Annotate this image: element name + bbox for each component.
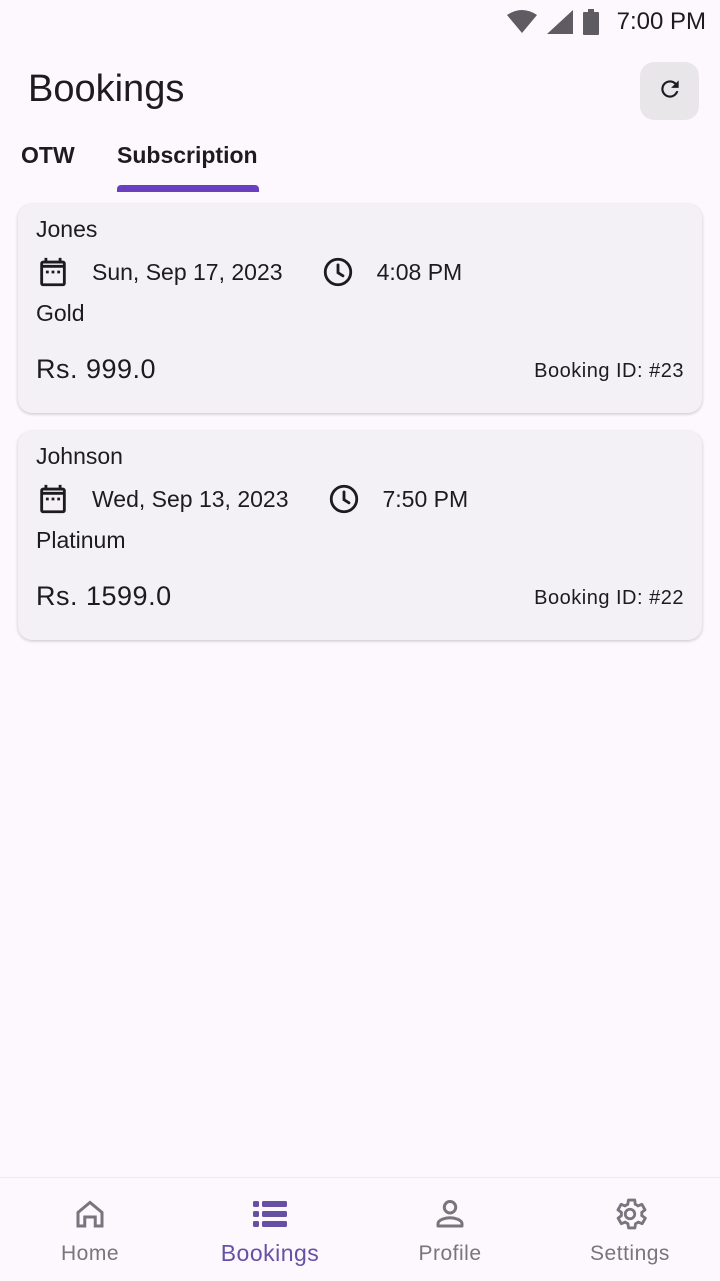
signal-icon (546, 10, 573, 34)
plan-name: Gold (36, 300, 85, 326)
booking-card[interactable]: Johnson Wed, Sep 13, 2023 7:50 PM Platin… (18, 431, 702, 640)
nav-bookings[interactable]: Bookings (180, 1178, 360, 1281)
clock-icon (327, 482, 361, 516)
booking-card[interactable]: Jones Sun, Sep 17, 2023 4:08 PM Gold Rs.… (18, 204, 702, 413)
booking-price: Rs. 999.0 (36, 354, 157, 384)
refresh-button[interactable] (640, 62, 699, 120)
home-icon (72, 1194, 108, 1234)
booking-datetime-row: Wed, Sep 13, 2023 7:50 PM (36, 481, 468, 517)
nav-settings-label: Settings (590, 1242, 670, 1265)
booking-id: Booking ID: #22 (534, 587, 684, 609)
booking-date: Sun, Sep 17, 2023 (92, 258, 283, 285)
calendar-icon (36, 255, 70, 289)
nav-home[interactable]: Home (0, 1178, 180, 1281)
customer-name: Jones (36, 216, 98, 242)
list-icon (252, 1194, 288, 1234)
nav-profile-label: Profile (418, 1242, 482, 1265)
person-icon (432, 1194, 468, 1234)
booking-time: 4:08 PM (376, 258, 463, 285)
wifi-icon (506, 10, 537, 34)
battery-icon (582, 9, 599, 35)
booking-time: 7:50 PM (382, 485, 469, 512)
nav-home-label: Home (60, 1242, 120, 1265)
gear-icon (611, 1194, 649, 1234)
page-title: Bookings (28, 68, 185, 110)
bottom-navigation: Home Bookings Profile Settings (0, 1177, 720, 1280)
booking-id: Booking ID: #23 (534, 360, 684, 382)
plan-name: Platinum (36, 527, 126, 553)
refresh-icon (657, 76, 683, 107)
booking-price: Rs. 1599.0 (36, 581, 172, 611)
active-tab-indicator (117, 185, 259, 192)
status-time: 7:00 PM (616, 8, 706, 35)
status-bar: 7:00 PM (0, 0, 720, 44)
booking-datetime-row: Sun, Sep 17, 2023 4:08 PM (36, 254, 462, 290)
app-header: Bookings (0, 60, 720, 122)
tab-subscription[interactable]: Subscription (117, 142, 258, 169)
nav-settings[interactable]: Settings (540, 1178, 720, 1281)
booking-tabs: OTW Subscription (0, 130, 720, 194)
booking-date: Wed, Sep 13, 2023 (92, 485, 289, 512)
nav-profile[interactable]: Profile (360, 1178, 540, 1281)
clock-icon (321, 255, 355, 289)
calendar-icon (36, 482, 70, 516)
nav-bookings-label: Bookings (220, 1240, 320, 1266)
customer-name: Johnson (36, 443, 123, 469)
tab-otw[interactable]: OTW (21, 142, 75, 169)
